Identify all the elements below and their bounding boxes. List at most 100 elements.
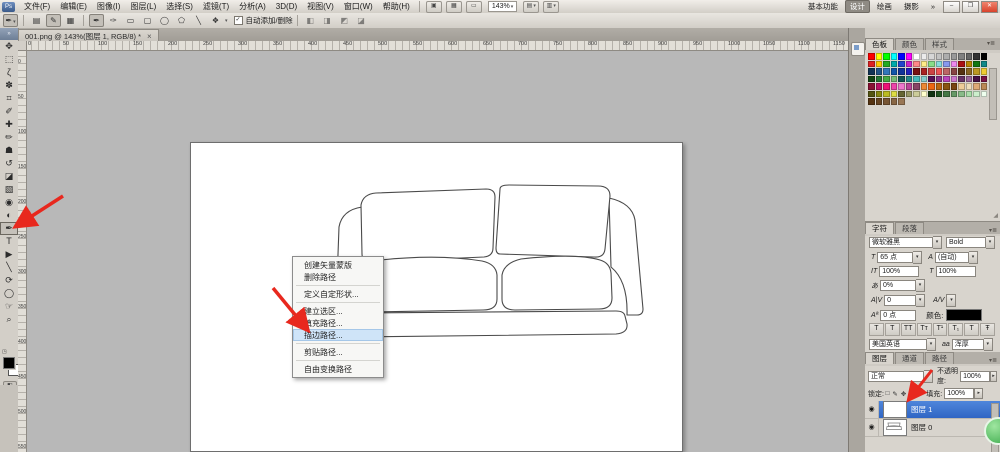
window-restore[interactable]: ❐	[962, 1, 979, 13]
window-minimize[interactable]: –	[943, 1, 960, 13]
blend-mode-dropdown[interactable]: 正常	[868, 371, 924, 382]
chevron-down-icon[interactable]: ▾	[986, 236, 995, 249]
tool-healing-brush[interactable]: ✚	[0, 118, 18, 131]
color-swatch[interactable]	[883, 76, 890, 83]
appbar-bridge-icon[interactable]: ▣	[426, 1, 442, 13]
appbar-view-extras-icon[interactable]: ▦	[446, 1, 462, 13]
type-style-button[interactable]: Tт	[917, 323, 932, 336]
color-swatch[interactable]	[951, 53, 958, 60]
color-swatch[interactable]	[913, 83, 920, 90]
color-swatch[interactable]	[898, 83, 905, 90]
color-swatch[interactable]	[868, 91, 875, 98]
layer-thumbnail[interactable]	[883, 419, 907, 436]
color-swatch[interactable]	[943, 53, 950, 60]
type-style-button[interactable]: T	[964, 323, 979, 336]
menu-item[interactable]: 窗口(W)	[339, 1, 378, 13]
panel-tab[interactable]: 图层	[865, 352, 894, 364]
color-swatch[interactable]	[951, 68, 958, 75]
color-swatch[interactable]	[876, 61, 883, 68]
color-swatch[interactable]	[891, 68, 898, 75]
color-swatch[interactable]	[951, 76, 958, 83]
tool-lasso[interactable]: ζ	[0, 66, 18, 79]
context-menu-item[interactable]: 自由变换路径	[293, 363, 383, 375]
language-field[interactable]: 美国英语	[869, 339, 927, 350]
color-swatch[interactable]	[891, 98, 898, 105]
tsume-field[interactable]: 0%	[880, 280, 916, 291]
color-swatch[interactable]	[928, 68, 935, 75]
color-swatch[interactable]	[943, 91, 950, 98]
menu-item[interactable]: 图层(L)	[125, 1, 161, 13]
appbar-screen-mode-icon[interactable]: ▥▾	[543, 1, 559, 13]
foreground-color-swatch[interactable]	[3, 357, 15, 369]
color-swatch[interactable]	[906, 68, 913, 75]
type-style-button[interactable]: Ŧ	[980, 323, 995, 336]
panel-tab[interactable]: 段落	[895, 222, 924, 234]
workspace-button[interactable]: 摄影	[899, 0, 924, 13]
color-swatch[interactable]	[921, 76, 928, 83]
chevron-down-icon[interactable]: ▾	[933, 236, 942, 249]
color-swatch[interactable]	[951, 61, 958, 68]
chevron-down-icon[interactable]: ▾	[927, 338, 936, 351]
layer-visibility-eye-icon[interactable]: ◉	[865, 419, 879, 436]
vertical-scale-field[interactable]: 100%	[879, 266, 919, 277]
color-swatch[interactable]	[883, 83, 890, 90]
tool-move[interactable]: ✥	[0, 40, 18, 53]
tool-preset-picker[interactable]: ✒▾	[3, 14, 18, 27]
color-swatch[interactable]	[868, 76, 875, 83]
color-swatch[interactable]	[936, 76, 943, 83]
chevron-down-icon[interactable]: ▾	[946, 294, 956, 307]
color-swatch[interactable]	[928, 53, 935, 60]
color-swatch[interactable]	[936, 61, 943, 68]
menu-item[interactable]: 图像(I)	[92, 1, 126, 13]
zoom-level-dropdown[interactable]: 143%▾	[488, 1, 517, 12]
tool-dodge[interactable]: ◐	[0, 209, 18, 222]
context-menu-item[interactable]: 建立选区...	[293, 305, 383, 317]
lock-all-icon[interactable]: ⊠	[909, 390, 914, 398]
color-swatch[interactable]	[876, 91, 883, 98]
panel-tab[interactable]: 字符	[865, 222, 894, 234]
color-swatch[interactable]	[973, 53, 980, 60]
lock-transparency-icon[interactable]: □	[885, 390, 889, 398]
color-swatch[interactable]	[913, 53, 920, 60]
opacity-field[interactable]: 100%	[960, 371, 990, 382]
workspace-button[interactable]: 绘画	[872, 0, 897, 13]
anti-alias-field[interactable]: 浑厚	[952, 339, 984, 350]
panel-menu-icon[interactable]: ▾≣	[984, 40, 998, 47]
color-swatch[interactable]	[936, 83, 943, 90]
menu-item[interactable]: 3D(D)	[271, 1, 302, 13]
tool-line[interactable]: ╲	[0, 261, 18, 274]
panel-tab[interactable]: 颜色	[895, 38, 924, 50]
tool-eraser[interactable]: ◪	[0, 170, 18, 183]
color-swatch[interactable]	[898, 76, 905, 83]
chevron-down-icon[interactable]: ▾	[916, 294, 925, 307]
color-swatch[interactable]	[966, 68, 973, 75]
tool-history-brush[interactable]: ↺	[0, 157, 18, 170]
panel-menu-icon[interactable]: ▾≣	[986, 357, 1000, 364]
tracking-field[interactable]: 0	[884, 295, 916, 306]
layer-row[interactable]: ◉ 图层 1	[865, 401, 1000, 419]
tool-brush[interactable]: ✏	[0, 131, 18, 144]
tool-hand[interactable]: ☞	[0, 300, 18, 313]
color-swatch[interactable]	[958, 61, 965, 68]
menu-item[interactable]: 文件(F)	[19, 1, 55, 13]
color-swatch[interactable]	[913, 76, 920, 83]
color-swatch[interactable]	[966, 91, 973, 98]
window-close[interactable]: ✕	[981, 1, 998, 13]
shapetool-line[interactable]: ╲	[191, 14, 206, 27]
color-swatch[interactable]	[936, 91, 943, 98]
color-swatch[interactable]	[966, 53, 973, 60]
color-swatch[interactable]	[883, 91, 890, 98]
color-swatch[interactable]	[913, 68, 920, 75]
type-style-button[interactable]: T₁	[948, 323, 963, 336]
default-colors-icon[interactable]: ◳	[2, 349, 10, 355]
tool-quick-select[interactable]: ✽	[0, 79, 18, 92]
shapetool-rectangle[interactable]: ▭	[123, 14, 138, 27]
color-swatch[interactable]	[928, 91, 935, 98]
color-swatch[interactable]	[906, 91, 913, 98]
pathop-add-path-area[interactable]: ◧	[303, 14, 318, 27]
color-swatch[interactable]	[891, 83, 898, 90]
color-swatch[interactable]	[921, 83, 928, 90]
tool-gradient[interactable]: ▧	[0, 183, 18, 196]
color-swatch[interactable]	[898, 68, 905, 75]
font-family-field[interactable]: 微软雅黑	[869, 237, 933, 248]
